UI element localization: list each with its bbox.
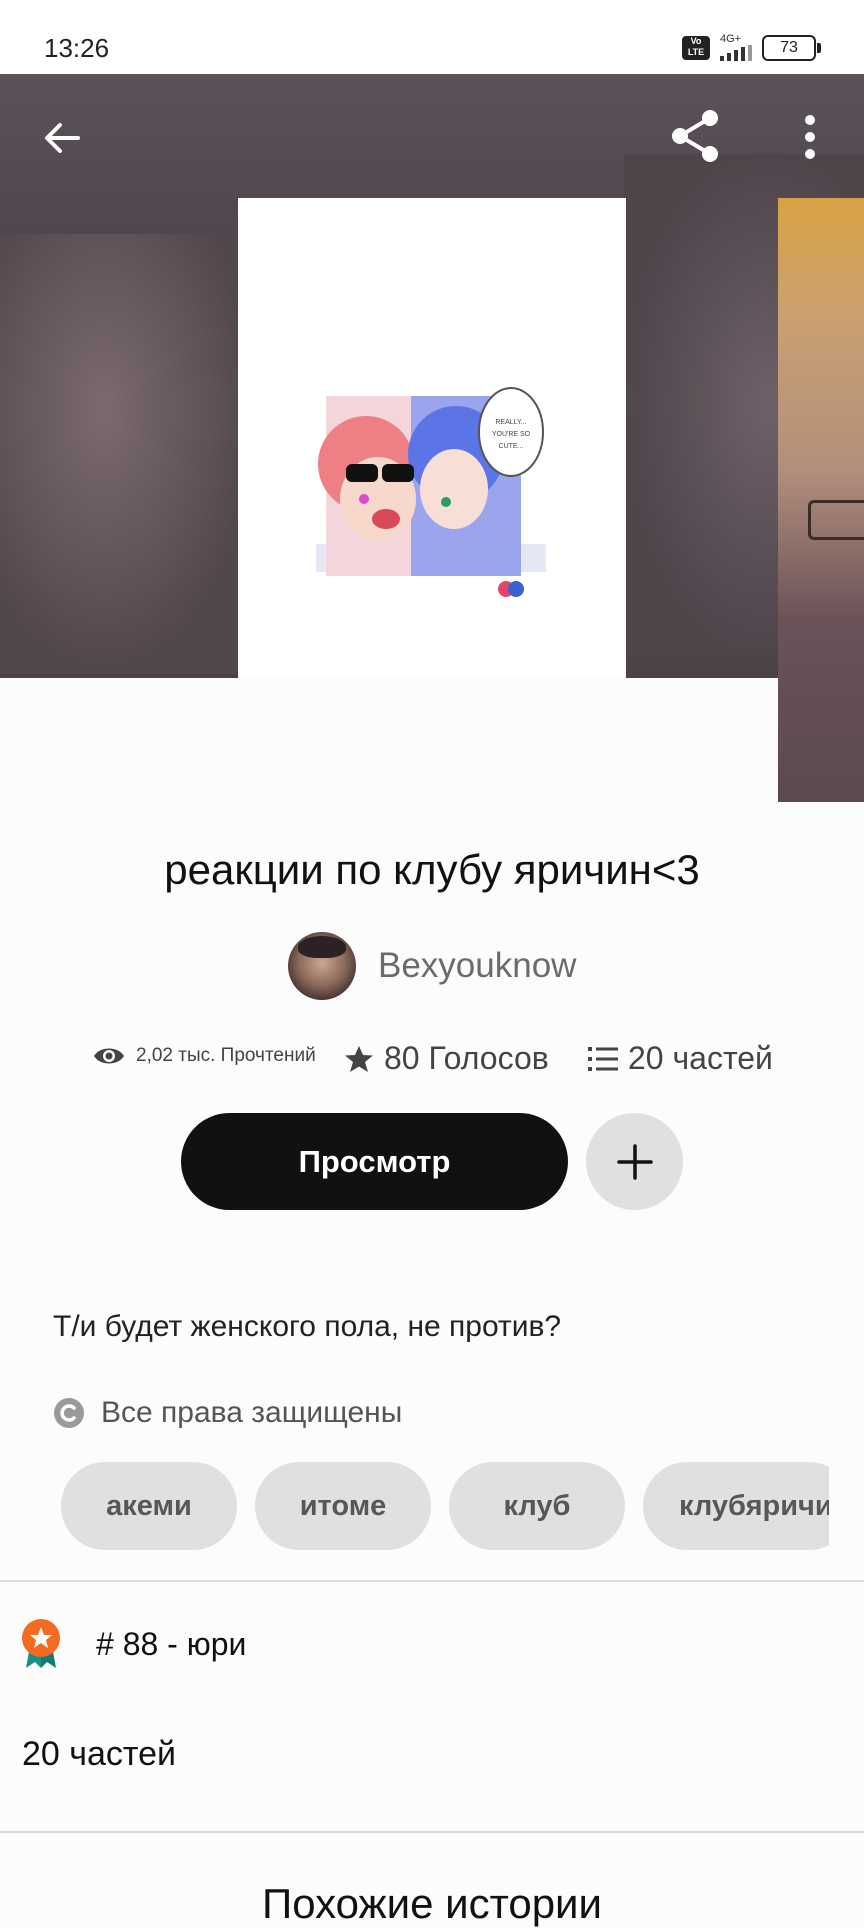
similar-stories-heading: Похожие истории	[262, 1880, 602, 1927]
more-vertical-icon[interactable]	[794, 112, 826, 162]
divider	[0, 1831, 864, 1833]
status-bar: 13:26 Vo LTE 4G+ 73	[0, 0, 864, 74]
plus-icon	[616, 1143, 653, 1180]
svg-text:YOU'RE SO: YOU'RE SO	[492, 431, 531, 438]
eye-icon	[94, 1048, 124, 1064]
battery-icon: 73	[762, 34, 821, 61]
volte-icon: Vo LTE	[682, 35, 710, 60]
divider	[0, 1580, 864, 1582]
signal-bars	[720, 45, 752, 61]
table-of-contents-row[interactable]: 20 частей	[22, 1735, 176, 1774]
votes-count: 80 Голосов	[384, 1040, 549, 1076]
reads-stat: 2,02 тыс. Прочтений	[92, 1044, 316, 1068]
next-cover-detail	[808, 500, 864, 540]
star-icon	[345, 1045, 373, 1072]
tag-chip[interactable]: акеми	[61, 1462, 237, 1550]
ranking-badge-icon	[22, 1619, 60, 1668]
status-icons: Vo LTE 4G+ 73	[682, 34, 821, 61]
votes-stat: 80 Голосов	[344, 1040, 549, 1077]
parts-count: 20 частей	[628, 1040, 773, 1076]
author-row[interactable]: Bexyouknow	[288, 932, 576, 1000]
tag-chip[interactable]: итоме	[255, 1462, 431, 1550]
story-title: реакции по клубу яричин<3	[164, 846, 700, 893]
story-description: Т/и будет женского пола, не против?	[53, 1310, 562, 1343]
copyright-icon	[54, 1398, 84, 1428]
hero-blur	[0, 234, 260, 674]
cover-illustration: REALLY... YOU'RE SO CUTE...	[316, 374, 546, 606]
author-avatar[interactable]	[288, 932, 356, 1000]
parts-stat: 20 частей	[588, 1040, 773, 1077]
copyright-text: Все права защищены	[101, 1396, 403, 1429]
network-type: 4G+	[720, 33, 742, 45]
ranking-label[interactable]: # 88 - юри	[96, 1626, 246, 1663]
reads-count: 2,02 тыс. Прочтений	[136, 1045, 316, 1066]
status-time: 13:26	[44, 33, 110, 63]
read-button[interactable]: Просмотр	[181, 1113, 568, 1210]
add-to-library-button[interactable]	[586, 1113, 683, 1210]
list-icon	[588, 1046, 618, 1071]
tag-chip[interactable]: клубяричин	[643, 1462, 829, 1550]
back-arrow-icon[interactable]	[40, 116, 84, 160]
share-icon[interactable]	[668, 108, 724, 164]
copyright-row: Все права защищены	[53, 1396, 402, 1430]
ranking-row[interactable]: # 88 - юри	[20, 1618, 246, 1670]
signal-icon: 4G+	[720, 34, 752, 61]
speech-bubble-text: REALLY...	[495, 419, 526, 426]
tag-list: акеми итоме клуб клубяричин	[61, 1462, 829, 1550]
tag-chip[interactable]: клуб	[449, 1462, 625, 1550]
author-name[interactable]: Bexyouknow	[378, 946, 576, 986]
story-stats: 2,02 тыс. Прочтений 80 Голосов 20 частей	[0, 1040, 864, 1080]
svg-text:CUTE...: CUTE...	[499, 443, 524, 450]
